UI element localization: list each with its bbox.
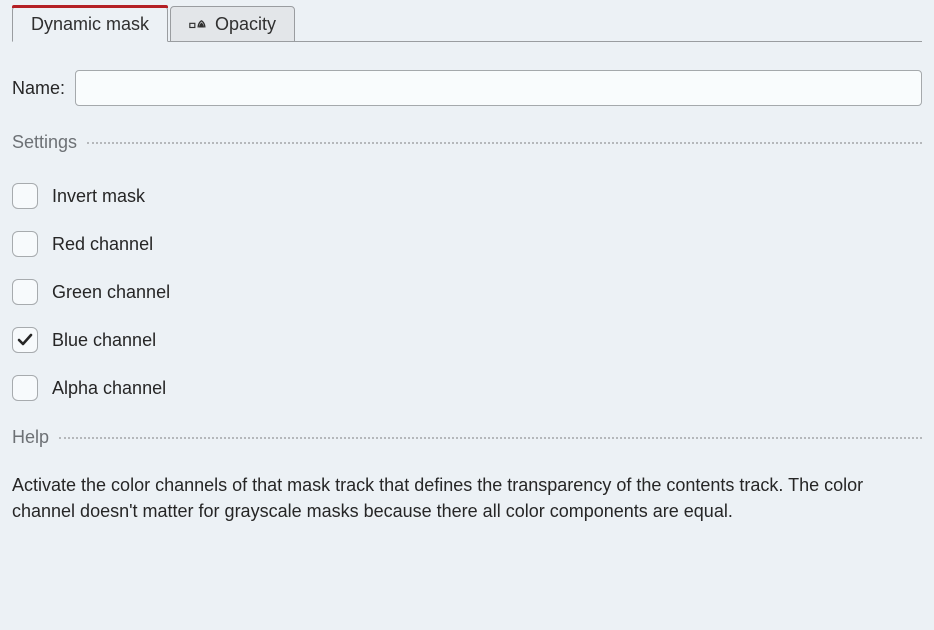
- tab-bar: Dynamic mask Opacity: [0, 0, 934, 42]
- name-label: Name:: [12, 78, 65, 99]
- help-text: Activate the color channels of that mask…: [12, 472, 882, 524]
- checkbox-box: [12, 375, 38, 401]
- tab-label: Dynamic mask: [31, 14, 149, 35]
- checkbox-blue-channel[interactable]: Blue channel: [12, 327, 922, 353]
- checkbox-label: Red channel: [52, 234, 153, 255]
- checkbox-label: Alpha channel: [52, 378, 166, 399]
- checkbox-box: [12, 231, 38, 257]
- divider: [59, 437, 922, 439]
- name-input[interactable]: [75, 70, 922, 106]
- tab-dynamic-mask[interactable]: Dynamic mask: [12, 6, 168, 42]
- checkbox-list: Invert mask Red channel Green channel Bl…: [12, 183, 922, 401]
- checkbox-box: [12, 183, 38, 209]
- tab-content: Name: Settings Invert mask Red channel G…: [0, 70, 934, 524]
- tab-opacity[interactable]: Opacity: [170, 6, 295, 42]
- checkbox-box: [12, 327, 38, 353]
- settings-section-header: Settings: [12, 132, 922, 153]
- checkbox-label: Green channel: [52, 282, 170, 303]
- settings-title: Settings: [12, 132, 77, 153]
- help-title: Help: [12, 427, 49, 448]
- help-section-header: Help: [12, 427, 922, 448]
- opacity-icon: [189, 17, 209, 33]
- checkbox-red-channel[interactable]: Red channel: [12, 231, 922, 257]
- checkbox-invert-mask[interactable]: Invert mask: [12, 183, 922, 209]
- checkbox-green-channel[interactable]: Green channel: [12, 279, 922, 305]
- checkbox-label: Invert mask: [52, 186, 145, 207]
- checkbox-label: Blue channel: [52, 330, 156, 351]
- checkbox-box: [12, 279, 38, 305]
- name-row: Name:: [12, 70, 922, 106]
- divider: [87, 142, 922, 144]
- checkbox-alpha-channel[interactable]: Alpha channel: [12, 375, 922, 401]
- tab-label: Opacity: [215, 14, 276, 35]
